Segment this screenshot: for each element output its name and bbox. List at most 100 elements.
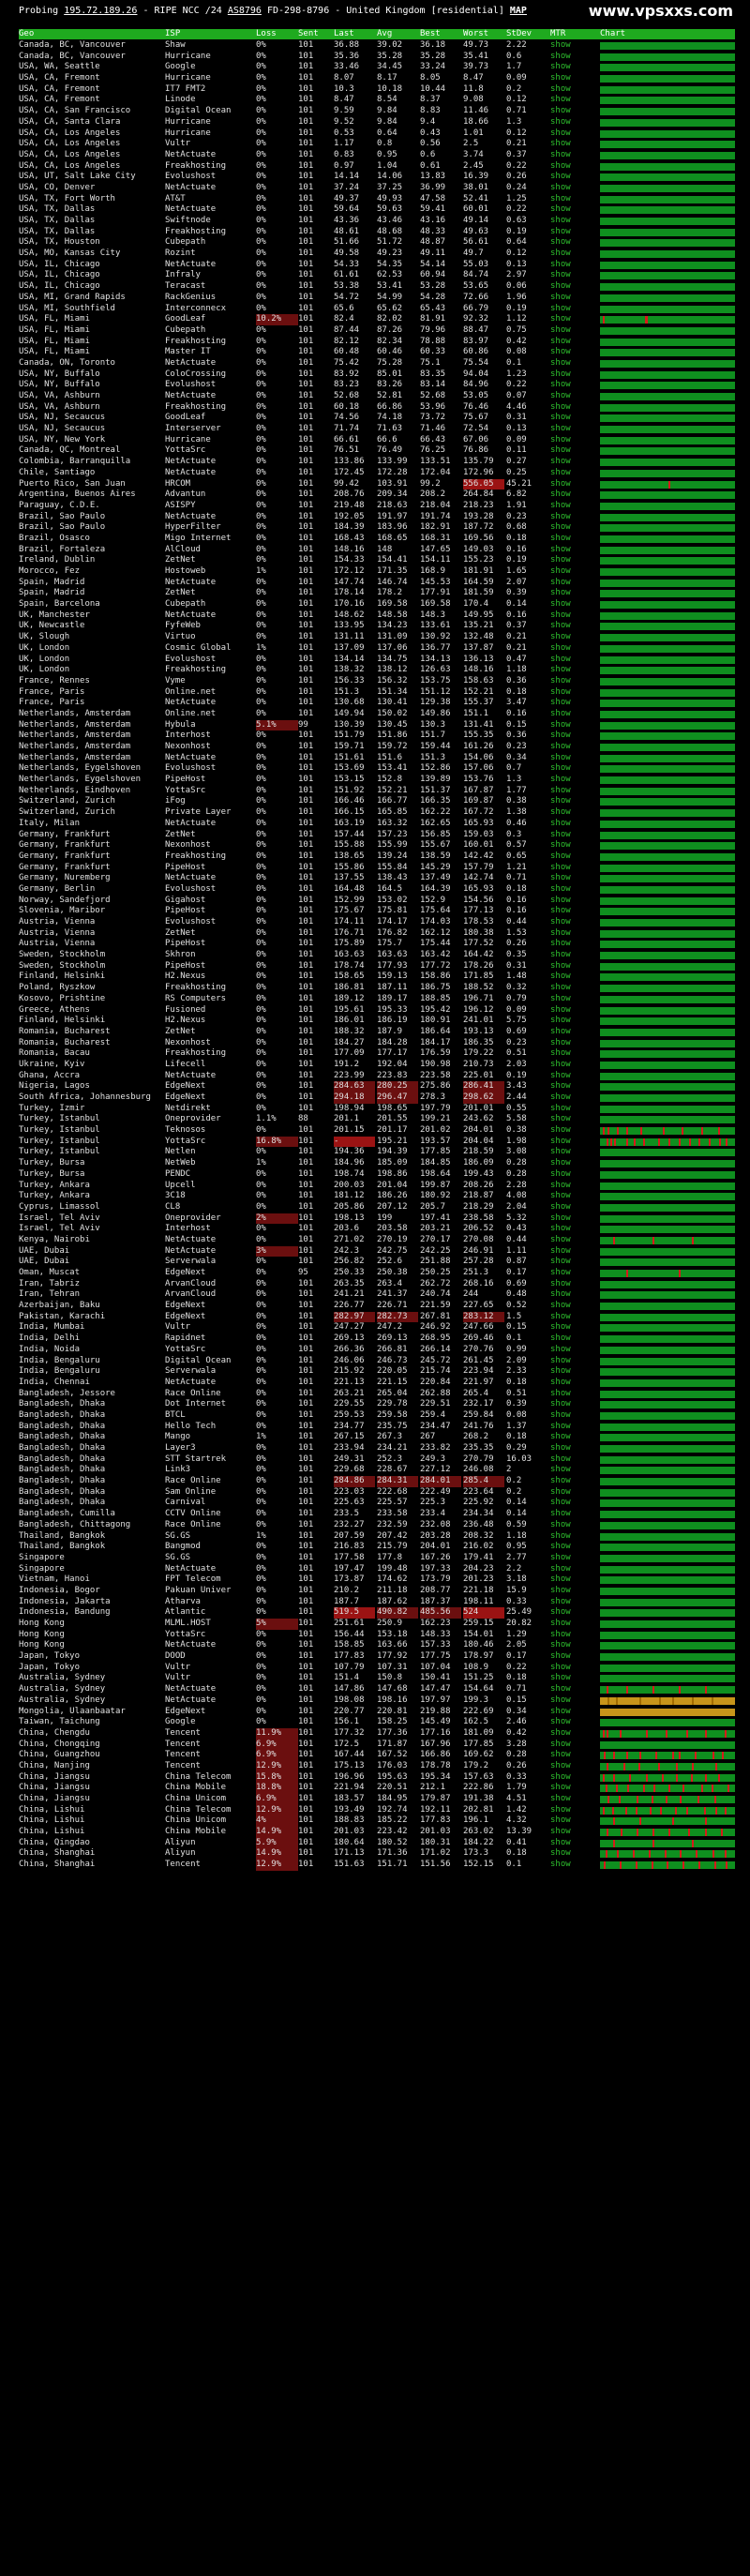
mtr-show-link[interactable]: show bbox=[550, 84, 577, 96]
mtr-show-link[interactable]: show bbox=[550, 1158, 577, 1169]
mtr-show-link[interactable]: show bbox=[550, 457, 577, 468]
mtr-show-link[interactable]: show bbox=[550, 621, 577, 632]
mtr-show-link[interactable]: show bbox=[550, 314, 577, 325]
mtr-show-link[interactable]: show bbox=[550, 304, 577, 315]
mtr-show-link[interactable]: show bbox=[550, 1356, 577, 1367]
mtr-show-link[interactable]: show bbox=[550, 1574, 577, 1586]
mtr-show-link[interactable]: show bbox=[550, 1750, 577, 1761]
mtr-show-link[interactable]: show bbox=[550, 1181, 577, 1192]
mtr-show-link[interactable]: show bbox=[550, 1684, 577, 1695]
mtr-show-link[interactable]: show bbox=[550, 830, 577, 841]
mtr-show-link[interactable]: show bbox=[550, 1443, 577, 1454]
mtr-show-link[interactable]: show bbox=[550, 1125, 577, 1137]
mtr-show-link[interactable]: show bbox=[550, 1783, 577, 1794]
mtr-show-link[interactable]: show bbox=[550, 1345, 577, 1356]
col-stdev[interactable]: StDev bbox=[506, 29, 532, 39]
col-mtr[interactable]: MTR bbox=[550, 29, 565, 39]
mtr-show-link[interactable]: show bbox=[550, 786, 577, 797]
col-loss[interactable]: Loss bbox=[256, 29, 277, 39]
mtr-show-link[interactable]: show bbox=[550, 1366, 577, 1378]
mtr-show-link[interactable]: show bbox=[550, 753, 577, 764]
mtr-show-link[interactable]: show bbox=[550, 555, 577, 566]
mtr-show-link[interactable]: show bbox=[550, 1619, 577, 1630]
mtr-show-link[interactable]: show bbox=[550, 1410, 577, 1422]
mtr-show-link[interactable]: show bbox=[550, 698, 577, 709]
mtr-show-link[interactable]: show bbox=[550, 863, 577, 874]
mtr-show-link[interactable]: show bbox=[550, 117, 577, 128]
mtr-show-link[interactable]: show bbox=[550, 1081, 577, 1092]
mtr-show-link[interactable]: show bbox=[550, 128, 577, 140]
mtr-show-link[interactable]: show bbox=[550, 1815, 577, 1827]
mtr-show-link[interactable]: show bbox=[550, 545, 577, 556]
mtr-show-link[interactable]: show bbox=[550, 1794, 577, 1805]
mtr-show-link[interactable]: show bbox=[550, 906, 577, 917]
mtr-show-link[interactable]: show bbox=[550, 358, 577, 369]
mtr-show-link[interactable]: show bbox=[550, 1564, 577, 1575]
mtr-show-link[interactable]: show bbox=[550, 884, 577, 896]
mtr-show-link[interactable]: show bbox=[550, 1279, 577, 1290]
mtr-show-link[interactable]: show bbox=[550, 1805, 577, 1816]
map-link[interactable]: MAP bbox=[510, 6, 527, 16]
mtr-show-link[interactable]: show bbox=[550, 237, 577, 249]
mtr-show-link[interactable]: show bbox=[550, 972, 577, 983]
mtr-show-link[interactable]: show bbox=[550, 1707, 577, 1718]
mtr-show-link[interactable]: show bbox=[550, 1498, 577, 1509]
mtr-show-link[interactable]: show bbox=[550, 227, 577, 238]
mtr-show-link[interactable]: show bbox=[550, 413, 577, 424]
col-last[interactable]: Last bbox=[334, 29, 354, 39]
mtr-show-link[interactable]: show bbox=[550, 840, 577, 851]
mtr-show-link[interactable]: show bbox=[550, 424, 577, 435]
mtr-show-link[interactable]: show bbox=[550, 687, 577, 699]
mtr-show-link[interactable]: show bbox=[550, 1531, 577, 1543]
mtr-show-link[interactable]: show bbox=[550, 1630, 577, 1641]
mtr-show-link[interactable]: show bbox=[550, 369, 577, 381]
mtr-show-link[interactable]: show bbox=[550, 1235, 577, 1246]
mtr-show-link[interactable]: show bbox=[550, 917, 577, 928]
mtr-show-link[interactable]: show bbox=[550, 1257, 577, 1268]
mtr-show-link[interactable]: show bbox=[550, 1213, 577, 1225]
mtr-show-link[interactable]: show bbox=[550, 391, 577, 402]
mtr-show-link[interactable]: show bbox=[550, 1191, 577, 1202]
mtr-show-link[interactable]: show bbox=[550, 204, 577, 216]
col-avg[interactable]: Avg bbox=[377, 29, 392, 39]
mtr-show-link[interactable]: show bbox=[550, 1092, 577, 1104]
mtr-show-link[interactable]: show bbox=[550, 1454, 577, 1466]
mtr-show-link[interactable]: show bbox=[550, 40, 577, 52]
mtr-show-link[interactable]: show bbox=[550, 655, 577, 666]
mtr-show-link[interactable]: show bbox=[550, 1005, 577, 1017]
mtr-show-link[interactable]: show bbox=[550, 1389, 577, 1400]
mtr-show-link[interactable]: show bbox=[550, 161, 577, 173]
mtr-show-link[interactable]: show bbox=[550, 1399, 577, 1410]
mtr-show-link[interactable]: show bbox=[550, 1740, 577, 1751]
mtr-show-link[interactable]: show bbox=[550, 796, 577, 807]
mtr-show-link[interactable]: show bbox=[550, 665, 577, 676]
mtr-show-link[interactable]: show bbox=[550, 1717, 577, 1728]
mtr-show-link[interactable]: show bbox=[550, 1104, 577, 1115]
mtr-show-link[interactable]: show bbox=[550, 1673, 577, 1684]
mtr-show-link[interactable]: show bbox=[550, 1848, 577, 1860]
mtr-show-link[interactable]: show bbox=[550, 106, 577, 117]
mtr-show-link[interactable]: show bbox=[550, 52, 577, 63]
mtr-show-link[interactable]: show bbox=[550, 763, 577, 775]
mtr-show-link[interactable]: show bbox=[550, 281, 577, 293]
mtr-show-link[interactable]: show bbox=[550, 1838, 577, 1849]
mtr-show-link[interactable]: show bbox=[550, 588, 577, 599]
mtr-show-link[interactable]: show bbox=[550, 1301, 577, 1312]
mtr-show-link[interactable]: show bbox=[550, 731, 577, 742]
mtr-show-link[interactable]: show bbox=[550, 1487, 577, 1499]
mtr-show-link[interactable]: show bbox=[550, 1520, 577, 1531]
mtr-show-link[interactable]: show bbox=[550, 270, 577, 281]
mtr-show-link[interactable]: show bbox=[550, 1761, 577, 1772]
mtr-show-link[interactable]: show bbox=[550, 402, 577, 414]
mtr-show-link[interactable]: show bbox=[550, 1289, 577, 1301]
mtr-show-link[interactable]: show bbox=[550, 1432, 577, 1443]
mtr-show-link[interactable]: show bbox=[550, 1027, 577, 1038]
mtr-show-link[interactable]: show bbox=[550, 501, 577, 512]
mtr-show-link[interactable]: show bbox=[550, 347, 577, 358]
mtr-show-link[interactable]: show bbox=[550, 1728, 577, 1740]
mtr-show-link[interactable]: show bbox=[550, 1268, 577, 1279]
mtr-show-link[interactable]: show bbox=[550, 1378, 577, 1389]
mtr-show-link[interactable]: show bbox=[550, 62, 577, 73]
mtr-show-link[interactable]: show bbox=[550, 95, 577, 106]
col-geo[interactable]: Geo bbox=[19, 29, 34, 39]
